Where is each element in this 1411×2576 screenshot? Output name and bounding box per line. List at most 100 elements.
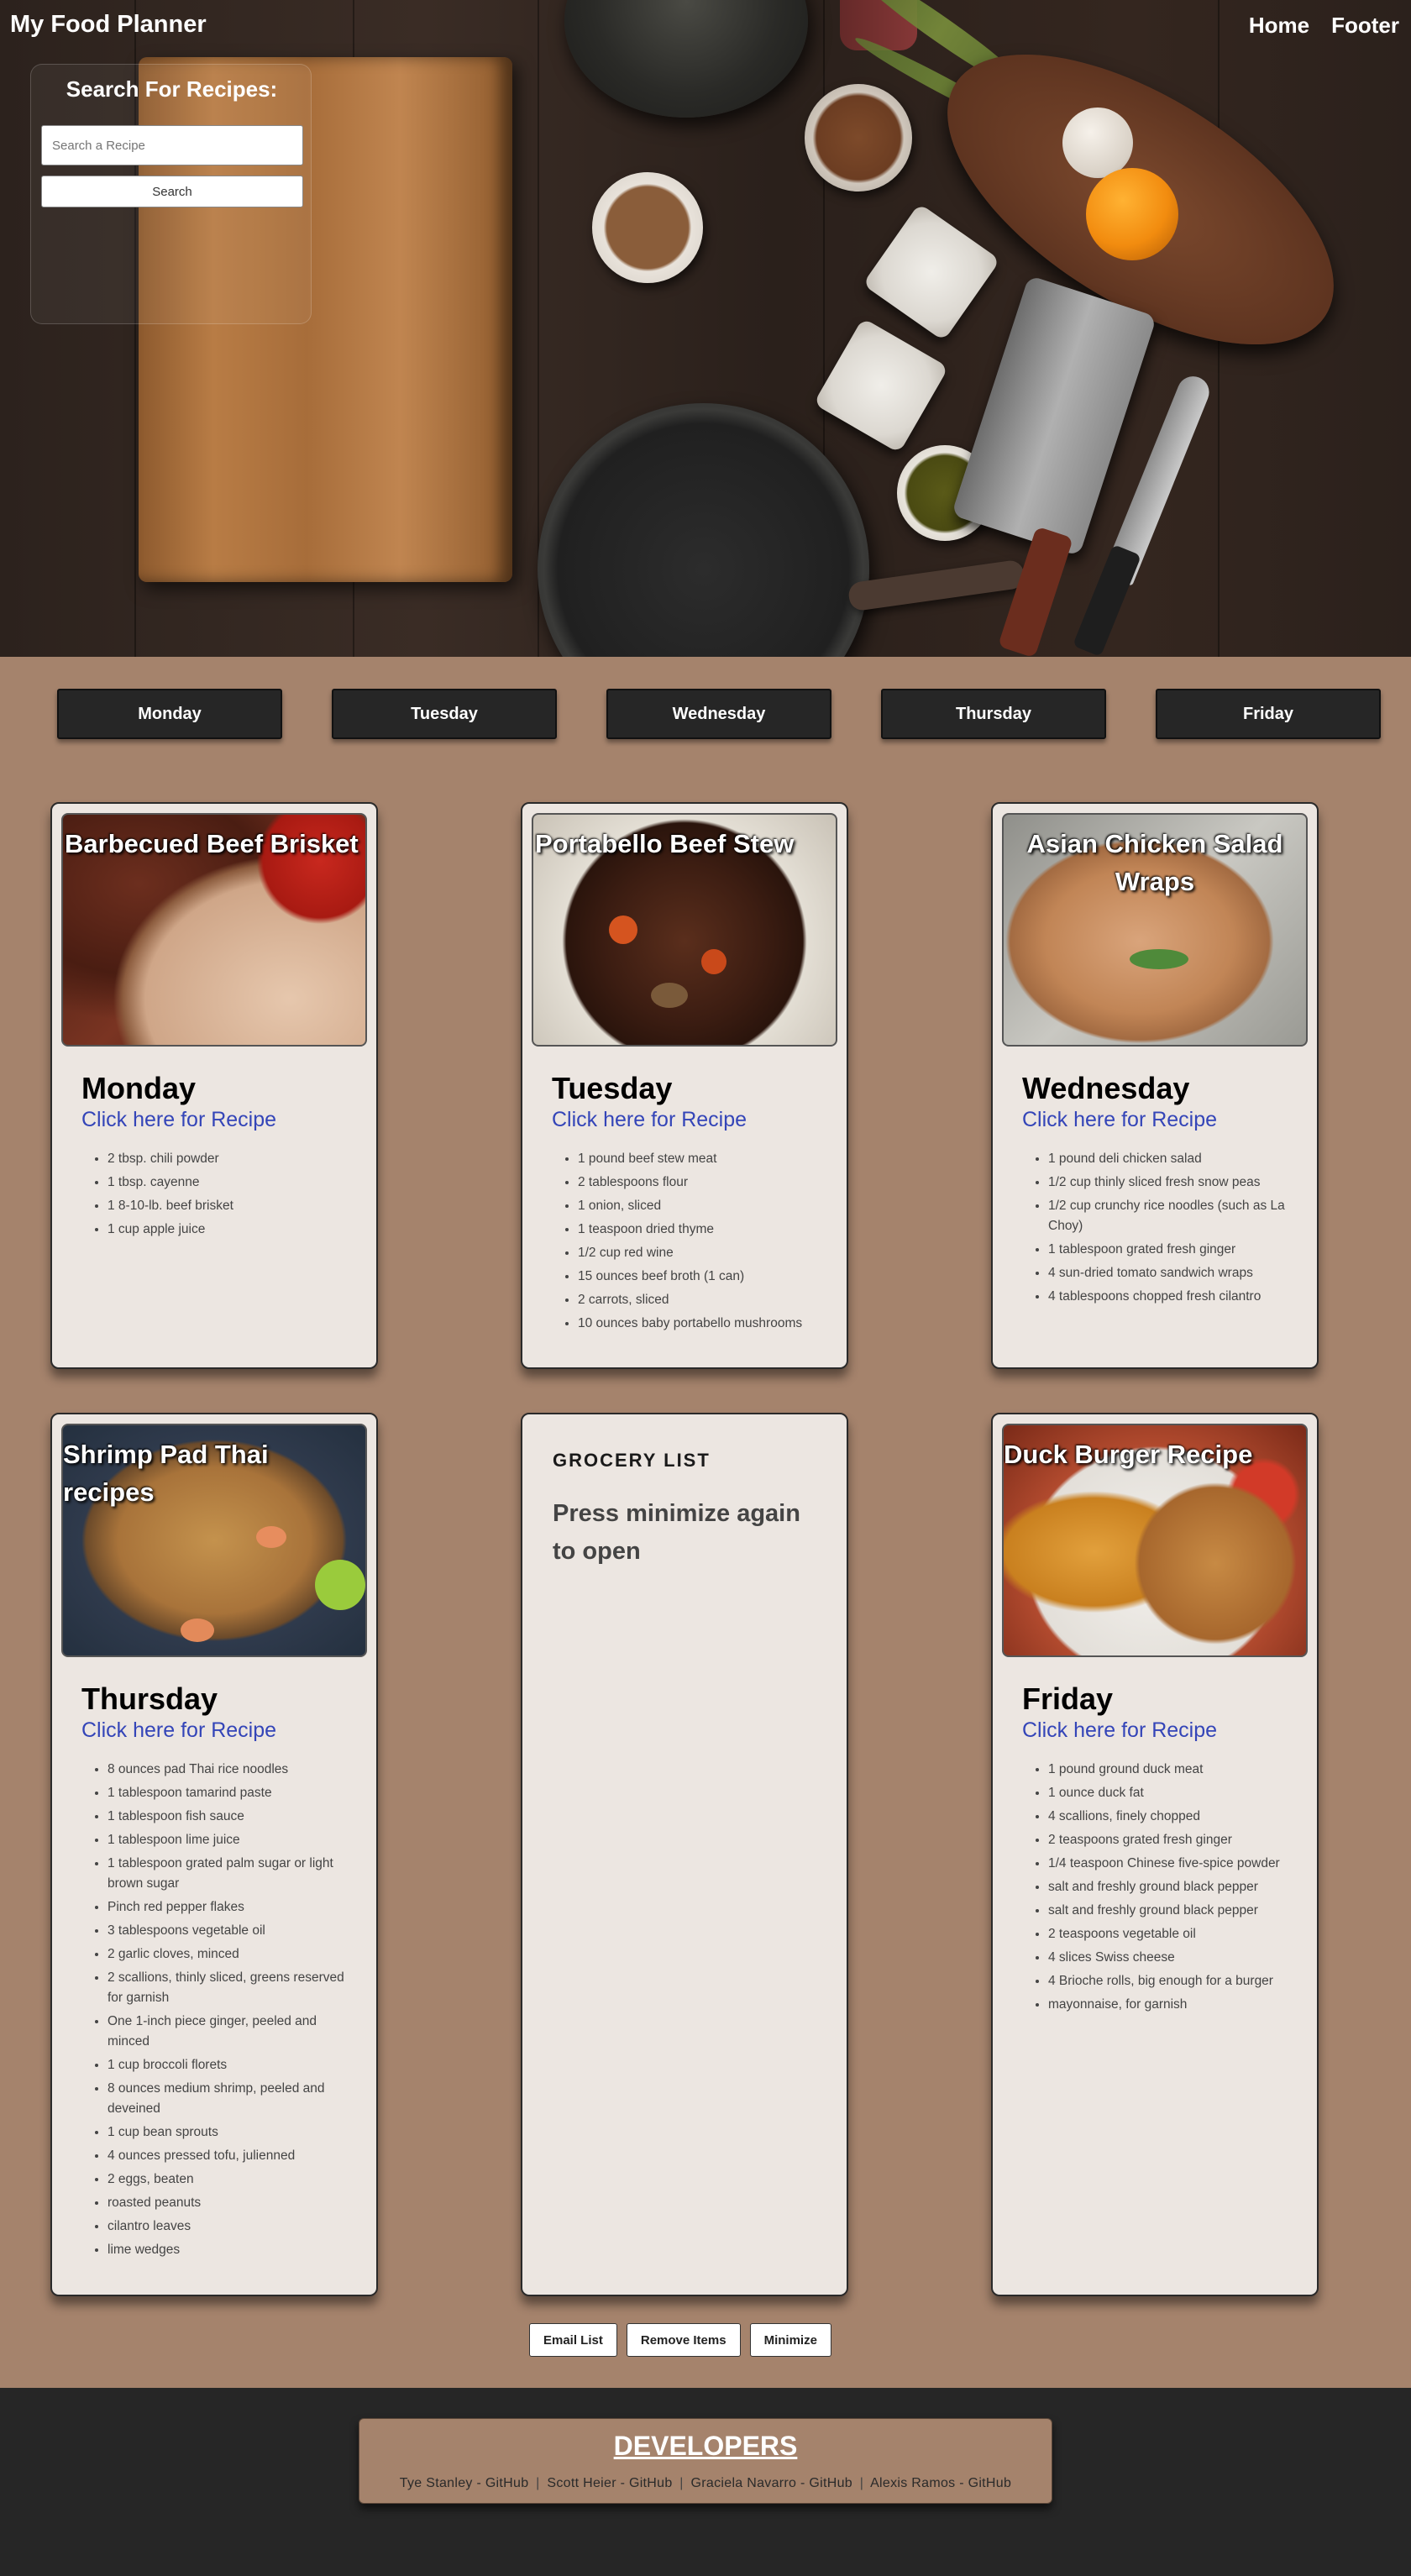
recipe-day: Monday: [81, 1071, 197, 1105]
day-button-thursday[interactable]: Thursday: [881, 689, 1106, 739]
skillet-handle-image: [847, 559, 1026, 612]
recipe-image[interactable]: Duck Burger Recipe: [1002, 1424, 1308, 1657]
ingredient-item: 2 tbsp. chili powder: [108, 1149, 359, 1169]
main-nav: Home Footer: [1249, 13, 1399, 39]
knife-handle-image: [1072, 543, 1142, 657]
ingredient-item: mayonnaise, for garnish: [1048, 1995, 1300, 2015]
ingredient-list: 1 pound beef stew meat 2 tablespoons flou…: [578, 1149, 830, 1337]
ingredient-list: 2 tbsp. chili powder 1 tbsp. cayenne 1 8-1…: [108, 1149, 359, 1243]
spice-bowl-image: [592, 172, 703, 283]
developers-list: Tye Stanley - GitHub | Scott Heier - Git…: [359, 2476, 1052, 2491]
search-input[interactable]: [41, 125, 303, 165]
recipe-image[interactable]: Barbecued Beef Brisket: [61, 813, 367, 1047]
ingredient-item: 1/2 cup red wine: [578, 1243, 830, 1263]
ingredient-item: 1 tablespoon lime juice: [108, 1830, 359, 1850]
recipe-link[interactable]: Click here for Recipe: [81, 1718, 276, 1743]
orange-image: [1086, 168, 1178, 260]
ingredient-item: 2 tablespoons flour: [578, 1173, 830, 1193]
ingredient-item: 1 pound ground duck meat: [1048, 1760, 1300, 1780]
recipe-link[interactable]: Click here for Recipe: [1022, 1718, 1217, 1743]
carrot-piece: [609, 916, 637, 944]
grocery-list-title: GROCERY LIST: [553, 1450, 711, 1471]
search-panel: Search For Recipes: Search: [30, 64, 312, 324]
ingredient-item: 2 garlic cloves, minced: [108, 1944, 359, 1965]
day-button-friday[interactable]: Friday: [1156, 689, 1381, 739]
ingredient-item: 2 carrots, sliced: [578, 1290, 830, 1310]
ingredient-item: 8 ounces medium shrimp, peeled and devei…: [108, 2079, 359, 2119]
ingredient-item: 1 cup broccoli florets: [108, 2055, 359, 2075]
ingredient-item: 1 tbsp. cayenne: [108, 1173, 359, 1193]
recipe-card-wednesday: Asian Chicken Salad Wraps Wednesday Clic…: [991, 802, 1319, 1369]
ingredient-item: 1 onion, sliced: [578, 1196, 830, 1216]
hero-banner: My Food Planner Home Footer Search For R…: [0, 0, 1411, 657]
recipe-image[interactable]: Portabello Beef Stew: [532, 813, 837, 1047]
ingredient-item: 10 ounces baby portabello mushrooms: [578, 1314, 830, 1334]
ingredient-item: 1 tablespoon grated fresh ginger: [1048, 1240, 1300, 1260]
ingredient-item: 1 ounce duck fat: [1048, 1783, 1300, 1803]
ingredient-item: 3 tablespoons vegetable oil: [108, 1921, 359, 1941]
recipe-link[interactable]: Click here for Recipe: [81, 1108, 276, 1132]
ingredient-item: 4 ounces pressed tofu, julienned: [108, 2146, 359, 2166]
recipe-title: Shrimp Pad Thai recipes: [63, 1440, 269, 1507]
ingredient-item: 1 tablespoon grated palm sugar or light …: [108, 1854, 359, 1894]
recipe-day: Thursday: [81, 1681, 218, 1716]
recipe-day: Friday: [1022, 1681, 1114, 1716]
recipe-day: Tuesday: [552, 1071, 673, 1105]
search-button[interactable]: Search: [41, 176, 303, 207]
separator: |: [859, 2476, 864, 2490]
ingredient-item: 1 tablespoon tamarind paste: [108, 1783, 359, 1803]
day-button-tuesday[interactable]: Tuesday: [332, 689, 557, 739]
ingredient-list: 1 pound ground duck meat 1 ounce duck fat…: [1048, 1760, 1300, 2018]
spice-bowl-image: [805, 84, 912, 191]
developer-link[interactable]: Tye Stanley - GitHub: [400, 2476, 529, 2490]
ingredient-item: 4 Brioche rolls, big enough for a burger: [1048, 1971, 1300, 1991]
ingredient-item: 1/2 cup crunchy rice noodles (such as La…: [1048, 1196, 1300, 1236]
remove-items-button[interactable]: Remove Items: [626, 2323, 741, 2357]
ingredient-item: salt and freshly ground black pepper: [1048, 1901, 1300, 1921]
ingredient-item: 1/4 teaspoon Chinese five-spice powder: [1048, 1854, 1300, 1874]
recipe-title: Duck Burger Recipe: [1004, 1440, 1253, 1469]
site-title: My Food Planner: [10, 11, 207, 38]
ingredient-item: Pinch red pepper flakes: [108, 1897, 359, 1918]
salt-dish-image: [813, 317, 949, 454]
email-list-button[interactable]: Email List: [529, 2323, 617, 2357]
ingredient-item: 1 8-10-lb. beef brisket: [108, 1196, 359, 1216]
nav-home-link[interactable]: Home: [1249, 13, 1309, 39]
developer-link[interactable]: Alexis Ramos - GitHub: [870, 2476, 1011, 2490]
ingredient-item: 8 ounces pad Thai rice noodles: [108, 1760, 359, 1780]
day-button-wednesday[interactable]: Wednesday: [606, 689, 831, 739]
ingredient-list: 1 pound deli chicken salad 1/2 cup thinly…: [1048, 1149, 1300, 1310]
ingredient-item: 15 ounces beef broth (1 can): [578, 1267, 830, 1287]
grocery-actions: Email List Remove Items Minimize: [529, 2323, 831, 2357]
ingredient-item: salt and freshly ground black pepper: [1048, 1877, 1300, 1897]
lime-piece: [315, 1560, 365, 1610]
recipe-image[interactable]: Shrimp Pad Thai recipes: [61, 1424, 367, 1657]
recipe-link[interactable]: Click here for Recipe: [1022, 1108, 1217, 1132]
recipe-image[interactable]: Asian Chicken Salad Wraps: [1002, 813, 1308, 1047]
ingredient-item: 2 eggs, beaten: [108, 2169, 359, 2190]
ingredient-item: 1 tablespoon fish sauce: [108, 1807, 359, 1827]
recipe-day: Wednesday: [1022, 1071, 1190, 1105]
skillet-image: [538, 403, 869, 657]
ingredient-item: 2 scallions, thinly sliced, greens reser…: [108, 1968, 359, 2008]
mortar-image: [564, 0, 808, 118]
minimize-button[interactable]: Minimize: [749, 2323, 831, 2357]
separator: |: [679, 2476, 684, 2490]
nav-footer-link[interactable]: Footer: [1331, 13, 1399, 39]
recipe-card-friday: Duck Burger Recipe Friday Click here for…: [991, 1413, 1319, 2296]
developers-title: DEVELOPERS: [613, 2431, 798, 2461]
developer-link[interactable]: Graciela Navarro - GitHub: [691, 2476, 852, 2490]
ingredient-item: lime wedges: [108, 2240, 359, 2260]
ingredient-item: 4 scallions, finely chopped: [1048, 1807, 1300, 1827]
search-heading: Search For Recipes:: [66, 76, 278, 102]
day-button-monday[interactable]: Monday: [57, 689, 282, 739]
recipe-title: Barbecued Beef Brisket: [65, 829, 359, 858]
recipe-title: Asian Chicken Salad Wraps: [1026, 829, 1283, 896]
developer-link[interactable]: Scott Heier - GitHub: [547, 2476, 672, 2490]
ingredient-item: 1 cup apple juice: [108, 1220, 359, 1240]
recipe-link[interactable]: Click here for Recipe: [552, 1108, 747, 1132]
ingredient-list: 8 ounces pad Thai rice noodles 1 tablespo…: [108, 1760, 359, 2264]
ingredient-item: 4 slices Swiss cheese: [1048, 1948, 1300, 1968]
ingredient-item: 2 teaspoons vegetable oil: [1048, 1924, 1300, 1944]
shrimp-piece: [256, 1526, 286, 1548]
